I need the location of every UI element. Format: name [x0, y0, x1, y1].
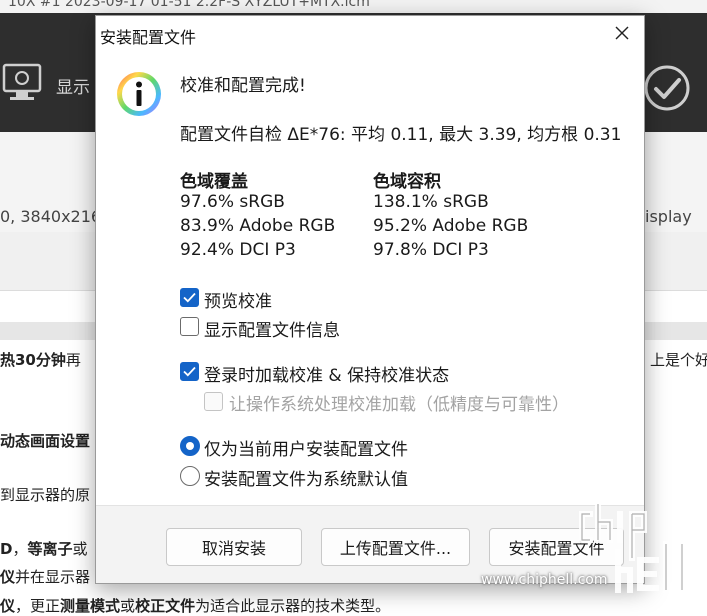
profile-self-check: 配置文件自检 ΔE*76: 平均 0.11, 最大 3.39, 均方根 0.31 — [180, 125, 622, 145]
gamut-coverage-adobe-rgb: 83.9% Adobe RGB — [180, 216, 336, 236]
upload-profile-button[interactable]: 上传配置文件... — [321, 528, 470, 566]
background-resolution-text: 0, 3840x216 — [0, 207, 102, 226]
install-system-default-radio[interactable] — [180, 466, 200, 486]
background-paragraph-2: 动态画面设置 — [0, 432, 91, 450]
background-window-title: 10X #1 2023-09-17 01-51 2.2F-S XYZLUT+MT… — [8, 0, 370, 10]
os-load-checkbox — [204, 392, 223, 411]
info-icon — [117, 72, 161, 116]
gamut-coverage-header: 色域覆盖 — [180, 172, 248, 192]
show-profile-info-checkbox[interactable] — [180, 317, 199, 336]
background-display-text: isplay — [645, 207, 692, 226]
background-window-titlebar: 10X #1 2023-09-17 01-51 2.2F-S XYZLUT+MT… — [0, 0, 707, 13]
os-load-label: 让操作系统处理校准加载（低精度与可靠性） — [229, 395, 569, 415]
background-paragraph-1-right: 上是个好 — [650, 351, 707, 369]
close-icon — [615, 26, 629, 40]
dialog-titlebar[interactable]: 安装配置文件 — [96, 16, 644, 50]
show-profile-info-label[interactable]: 显示配置文件信息 — [204, 316, 340, 341]
install-current-user-label[interactable]: 仅为当前用户安装配置文件 — [204, 435, 408, 460]
gamut-coverage-dci-p3: 92.4% DCI P3 — [180, 240, 296, 260]
dialog-title: 安装配置文件 — [100, 28, 197, 47]
preview-calibration-label[interactable]: 预览校准 — [204, 287, 272, 312]
gamut-volume-srgb: 138.1% sRGB — [373, 192, 489, 212]
chiphell-watermark-url: www.chiphell.com — [481, 572, 608, 588]
background-paragraph-4: D，等离子或 — [0, 540, 88, 558]
gamut-volume-adobe-rgb: 95.2% Adobe RGB — [373, 216, 529, 236]
toolbar-done-tool[interactable] — [642, 63, 692, 113]
monitor-icon — [2, 63, 42, 100]
background-paragraph-3: 到显示器的原 — [0, 486, 91, 504]
cancel-install-button[interactable]: 取消安装 — [166, 528, 302, 566]
checkmark-icon — [183, 292, 196, 303]
background-paragraph-5: 仪并在显示器 — [0, 568, 91, 586]
background-paragraph-1: 热30分钟再 — [0, 351, 81, 369]
check-circle-icon — [644, 65, 690, 111]
toolbar-display-tool[interactable]: 显示 — [0, 53, 96, 113]
gamut-volume-header: 色域容积 — [373, 172, 441, 192]
gamut-coverage-srgb: 97.6% sRGB — [180, 192, 285, 212]
preview-calibration-checkbox[interactable] — [180, 288, 199, 307]
install-profile-dialog: 安装配置文件 校准和配置完成! 配置文件自检 ΔE*76: 平均 0.11, 最… — [95, 15, 645, 584]
install-current-user-radio[interactable] — [180, 436, 200, 456]
load-on-login-label[interactable]: 登录时加载校准 & 保持校准状态 — [204, 361, 449, 386]
toolbar-display-label: 显示 — [56, 78, 90, 98]
install-system-default-label[interactable]: 安装配置文件为系统默认值 — [204, 465, 408, 490]
checkmark-icon — [183, 366, 196, 377]
close-button[interactable] — [601, 16, 644, 50]
gamut-volume-dci-p3: 97.8% DCI P3 — [373, 240, 489, 260]
load-on-login-checkbox[interactable] — [180, 362, 199, 381]
completion-heading: 校准和配置完成! — [180, 76, 306, 96]
background-paragraph-6: 仪，更正测量模式或校正文件为适合此显示器的技术类型。 — [0, 597, 391, 615]
